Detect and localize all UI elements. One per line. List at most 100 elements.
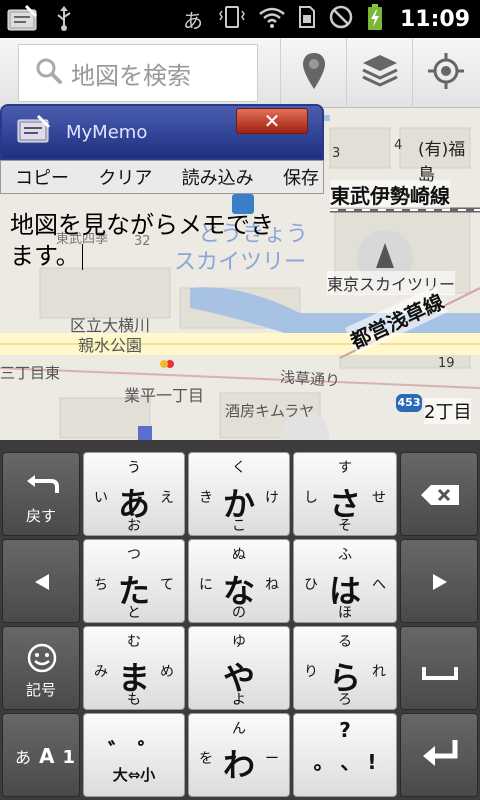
map-label-fukushima: (有)福島 xyxy=(418,140,466,185)
kana-key-ta[interactable]: つ ち た て と xyxy=(83,539,185,623)
search-icon xyxy=(35,57,63,89)
map-label-asakusa: 浅草通り xyxy=(279,367,341,391)
flick-up: ぬ xyxy=(232,547,246,563)
flick-down: ろ xyxy=(338,692,352,708)
menu-load[interactable]: 読み込み xyxy=(182,164,254,190)
battery-charging-icon xyxy=(366,3,384,35)
undo-label: 戻す xyxy=(25,507,56,525)
kana-key-sa[interactable]: す し さ せ そ xyxy=(293,452,397,536)
dakuten-key[interactable]: ゛ ゜ 大⇔小 xyxy=(83,713,185,797)
menu-clear[interactable]: クリア xyxy=(98,164,152,190)
kana-key-wa[interactable]: ん を わ ー xyxy=(188,713,290,797)
undo-key[interactable]: 戻す xyxy=(2,452,80,536)
space-key[interactable] xyxy=(400,626,478,710)
flick-right: へ xyxy=(372,577,386,593)
kana-key-ka[interactable]: く き か け こ xyxy=(188,452,290,536)
flick-down: ほ xyxy=(338,605,352,621)
backspace-key[interactable] xyxy=(400,452,478,536)
punct-up: ? xyxy=(339,718,351,742)
flick-up: ん xyxy=(232,721,246,737)
flick-right: せ xyxy=(372,490,386,506)
space-icon xyxy=(421,665,459,685)
kana-key-na[interactable]: ぬ に な ね の xyxy=(188,539,290,623)
map-label-narihira: 業平一丁目 xyxy=(124,386,205,405)
vibrate-icon xyxy=(218,4,246,34)
left-arrow-key[interactable] xyxy=(2,539,80,623)
flick-up: く xyxy=(232,460,246,476)
kana-key-a[interactable]: う い あ え お xyxy=(83,452,185,536)
mymemo-titlebar[interactable]: MyMemo ✕ xyxy=(0,104,324,160)
flick-up: む xyxy=(127,634,141,650)
search-placeholder: 地図を検索 xyxy=(71,61,191,90)
mode-alpha: A xyxy=(39,744,55,768)
menu-copy[interactable]: コピー xyxy=(15,164,69,190)
japanese-keyboard: 戻す 記号 あ A 1 う い あ え お く き か け こ す し さ せ … xyxy=(0,440,480,800)
maps-toolbar: 地図を検索 xyxy=(0,38,480,108)
flick-up: ゆ xyxy=(232,634,246,650)
kana-key-ha[interactable]: ふ ひ は へ ほ xyxy=(293,539,397,623)
map-label-num3: 3 xyxy=(332,146,341,161)
punctuation-key[interactable]: ? 。 、 ! xyxy=(293,713,397,797)
my-location-icon xyxy=(427,52,465,94)
flick-down: こ xyxy=(232,518,246,534)
mymemo-title: MyMemo xyxy=(66,121,148,143)
enter-key[interactable] xyxy=(400,713,478,797)
arrow-left-icon xyxy=(33,572,51,596)
flick-down: の xyxy=(232,605,246,621)
wifi-icon xyxy=(258,5,286,33)
flick-up: る xyxy=(338,634,352,650)
clock: 11:09 xyxy=(399,6,470,32)
text-cursor xyxy=(81,244,83,270)
map-label-sanchome: 三丁目東 xyxy=(0,364,61,382)
sim-icon xyxy=(298,5,316,33)
flick-down: そ xyxy=(338,518,352,534)
places-button[interactable] xyxy=(280,38,346,108)
usb-icon xyxy=(54,6,74,36)
memo-text-area[interactable]: 地図を見ながらメモでき ます。 xyxy=(10,210,330,272)
enter-icon xyxy=(421,738,461,774)
flick-right: て xyxy=(160,577,174,593)
mode-hiragana: あ xyxy=(15,748,32,767)
input-method-indicator: あ xyxy=(182,8,203,33)
map-pin-icon xyxy=(301,51,327,95)
flick-up: ふ xyxy=(338,547,352,563)
flick-down: よ xyxy=(232,692,246,708)
layers-icon xyxy=(361,53,399,93)
dakuten-marks: ゛ ゜ xyxy=(108,740,160,765)
memo-text-line1: 地図を見ながらメモでき xyxy=(10,211,274,239)
my-location-button[interactable] xyxy=(412,38,478,108)
mymemo-window: MyMemo ✕ コピー クリア 読み込み 保存 xyxy=(0,104,324,194)
map-search-box[interactable]: 地図を検索 xyxy=(18,44,258,102)
flick-up: す xyxy=(338,460,352,476)
backspace-icon xyxy=(419,483,461,511)
flick-up: う xyxy=(127,460,141,476)
flick-right: れ xyxy=(372,664,386,680)
kana-key-ya[interactable]: ゆ や よ xyxy=(188,626,290,710)
undo-icon xyxy=(25,471,59,499)
smiley-icon xyxy=(27,643,57,677)
mymemo-app-icon xyxy=(16,114,52,150)
daisho-label: 大⇔小 xyxy=(112,766,156,784)
mymemo-menu: コピー クリア 読み込み 保存 xyxy=(0,160,324,194)
symbol-key[interactable]: 記号 xyxy=(2,626,80,710)
map-label-num4: 4 xyxy=(394,138,403,153)
close-button[interactable]: ✕ xyxy=(236,108,308,134)
memo-text-line2: ます。 xyxy=(10,242,80,270)
map-label-num19: 19 xyxy=(438,356,455,371)
flick-right: め xyxy=(160,664,174,680)
flick-right: ね xyxy=(265,577,279,593)
no-signal-icon xyxy=(328,4,354,34)
flick-right: え xyxy=(160,490,174,506)
kana-key-ra[interactable]: る り ら れ ろ xyxy=(293,626,397,710)
right-arrow-key[interactable] xyxy=(400,539,478,623)
kana-key-ma[interactable]: む み ま め も xyxy=(83,626,185,710)
layers-button[interactable] xyxy=(346,38,412,108)
punct-main: 。 、 ! xyxy=(313,750,377,774)
flick-down: と xyxy=(127,605,141,621)
input-mode-key[interactable]: あ A 1 xyxy=(2,713,80,797)
map-label-park2: 親水公園 xyxy=(78,336,143,355)
map-label-kimuraya: 酒房キムラヤ xyxy=(225,402,315,420)
menu-save[interactable]: 保存 xyxy=(283,164,319,190)
route-shield: 453 xyxy=(396,394,422,412)
arrow-right-icon xyxy=(431,572,449,596)
